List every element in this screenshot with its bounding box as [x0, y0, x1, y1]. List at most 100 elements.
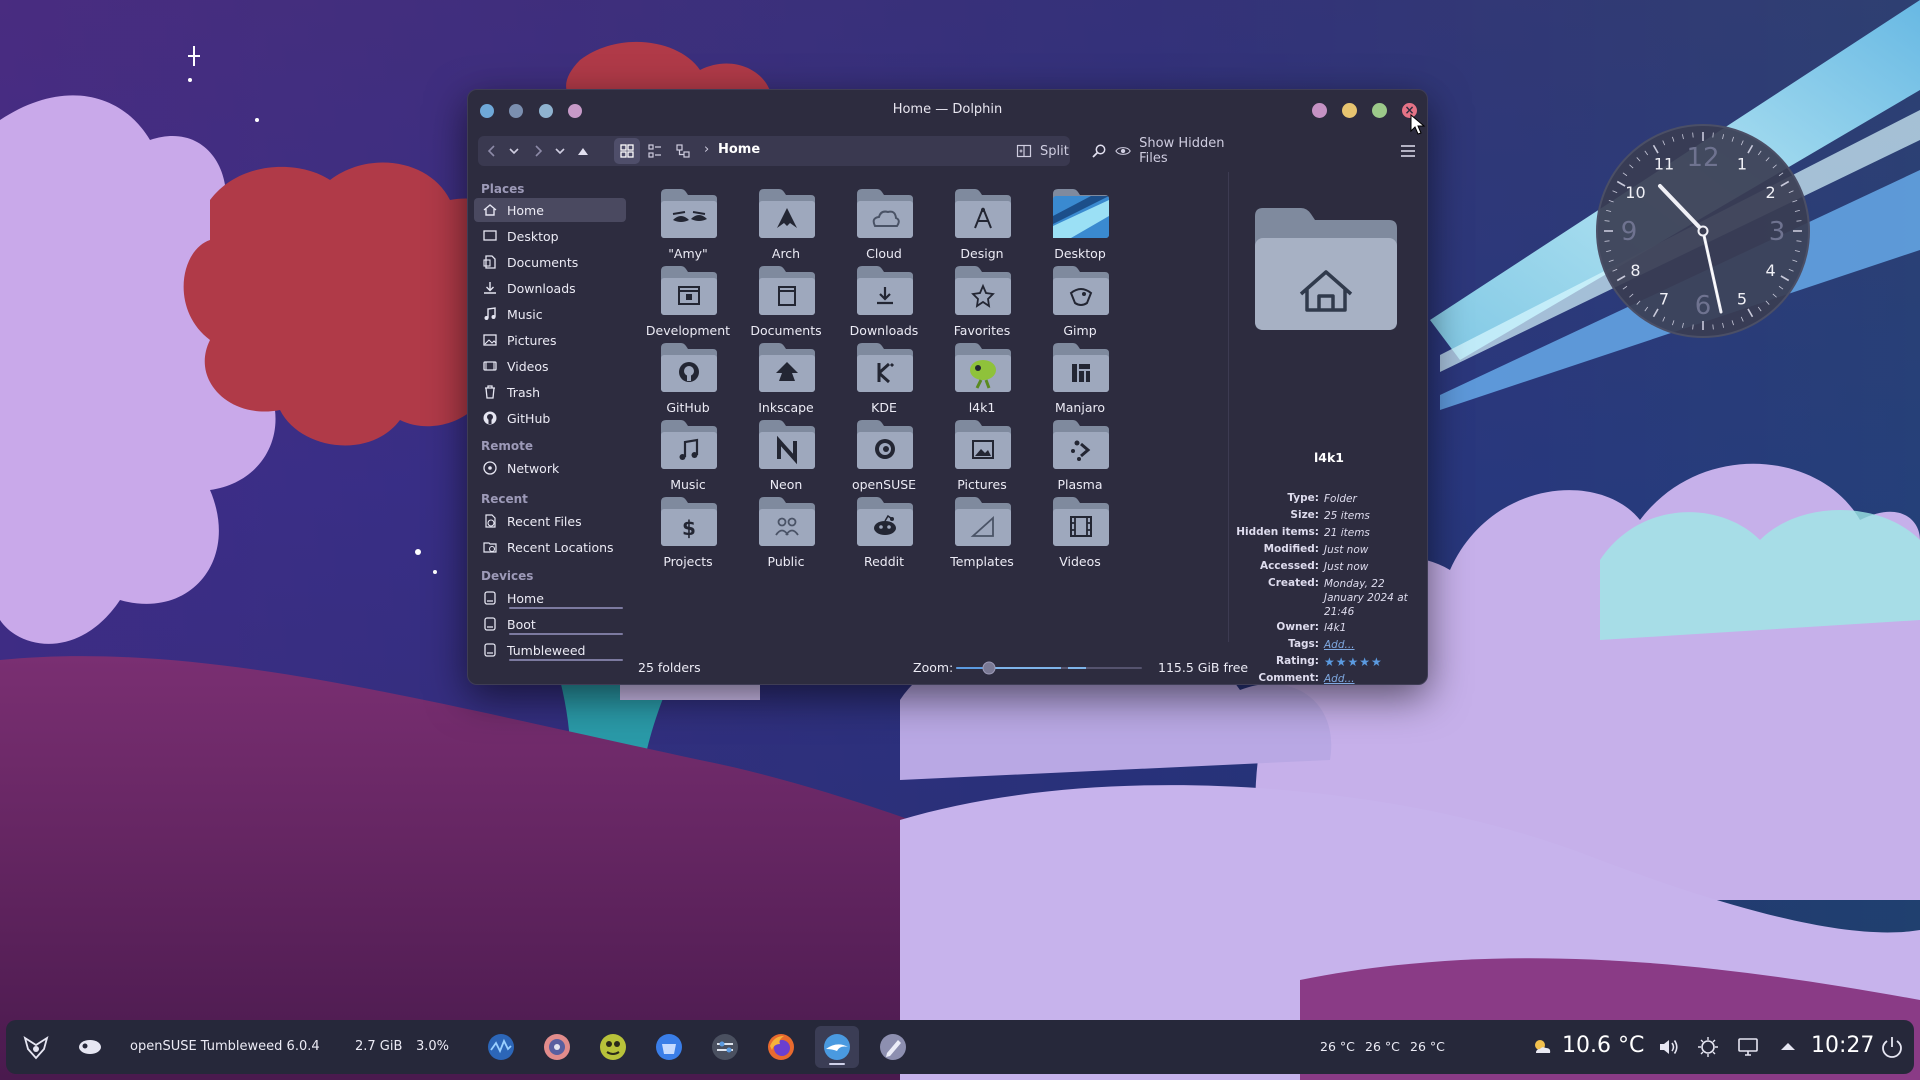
chevron-left-icon [487, 145, 495, 157]
taskbar-dolphin-app[interactable] [815, 1026, 859, 1068]
sidebar-item-documents[interactable]: Documents [474, 250, 626, 274]
minimize-button[interactable] [1312, 103, 1327, 118]
sidebar-item-github[interactable]: GitHub [474, 406, 626, 430]
folder-icon [661, 189, 717, 238]
clock-number: 3 [1769, 217, 1786, 247]
search-button[interactable] [1088, 138, 1110, 164]
analog-clock-widget[interactable]: 12 12 3 45 6 78 9 10 11 [1594, 122, 1812, 340]
sidebar-item-pictures[interactable]: Pictures [474, 328, 626, 352]
taskbar-shop-app[interactable] [647, 1026, 691, 1068]
info-name: l4k1 [1314, 450, 1344, 465]
fullscreen-button[interactable] [1372, 103, 1387, 118]
clock-tick [1712, 132, 1714, 138]
titlebar: Home — Dolphin × [468, 90, 1427, 130]
folder-icon [759, 189, 815, 238]
sidebar-item-home[interactable]: Home [474, 198, 626, 222]
sidebar-item-label: Trash [507, 384, 541, 400]
network-tray-icon[interactable] [1736, 1035, 1760, 1059]
folder-label: l4k1 [968, 400, 996, 415]
tree-view-icon [676, 144, 690, 158]
zoom-slider-handle[interactable] [982, 661, 996, 675]
dolphin-app-icon [824, 1034, 850, 1060]
folder-icon [857, 266, 913, 315]
recent-heading: Recent [481, 492, 528, 506]
taskbar-firefox-app[interactable] [759, 1026, 803, 1068]
sidebar-item-label: Downloads [507, 280, 576, 296]
sidebar-item-downloads[interactable]: Downloads [474, 276, 626, 300]
folder-public[interactable]: Public [731, 492, 841, 582]
folder-icon [661, 343, 717, 392]
sidebar-item-music[interactable]: Music [474, 302, 626, 326]
folder-icon [955, 343, 1011, 392]
taskbar-discover-app[interactable] [535, 1026, 579, 1068]
taskbar-monitor-app[interactable] [479, 1026, 523, 1068]
sidebar-item-label: Desktop [507, 228, 559, 244]
sidebar-item-trash[interactable]: Trash [474, 380, 626, 404]
folder-count: 25 folders [638, 660, 701, 675]
sidebar-item-label: Boot [507, 616, 536, 632]
show-hidden-files-button[interactable]: Show Hidden Files [1115, 136, 1245, 166]
sidebar-item-recent-files[interactable]: Recent Files [474, 509, 626, 533]
details-view-button[interactable] [642, 138, 668, 164]
taskbar-clock[interactable]: 10:27 [1811, 1033, 1874, 1058]
hamburger-menu-button[interactable] [1398, 138, 1418, 164]
opensuse-widget-button[interactable] [68, 1026, 112, 1068]
dolphin-window: Home — Dolphin × › Home Split Show Hidde… [467, 89, 1428, 685]
up-button[interactable] [573, 138, 593, 164]
sidebar-item-boot[interactable]: Boot [474, 612, 626, 636]
clock-tick [1692, 132, 1694, 138]
back-button[interactable] [482, 138, 502, 164]
folder-icon [661, 266, 717, 315]
sidebar-item-videos[interactable]: Videos [474, 354, 626, 378]
zoom-slider[interactable] [956, 660, 1142, 676]
folder-icon [1053, 420, 1109, 469]
folder-icon [857, 497, 913, 546]
tree-view-button[interactable] [670, 138, 696, 164]
folder-label: Favorites [953, 323, 1011, 338]
forward-history-button[interactable] [550, 138, 570, 164]
sidebar-item-recent-locations[interactable]: Recent Locations [474, 535, 626, 559]
tray-expand-icon[interactable] [1776, 1035, 1800, 1059]
documents-icon [483, 255, 496, 269]
taskbar-settings-app[interactable] [703, 1026, 747, 1068]
weather-icon[interactable] [1530, 1035, 1554, 1059]
taskbar-editor-app[interactable] [871, 1026, 915, 1068]
sidebar-item-home[interactable]: Home [474, 586, 626, 610]
application-launcher-button[interactable] [14, 1026, 58, 1068]
folder-reddit[interactable]: Reddit [829, 492, 939, 582]
weather-temperature[interactable]: 10.6 °C [1562, 1033, 1644, 1058]
sidebar-item-network[interactable]: Network [474, 456, 626, 480]
breadcrumb-home[interactable]: Home [718, 142, 760, 157]
forward-button[interactable] [528, 138, 548, 164]
folder-templates[interactable]: Templates [927, 492, 1037, 582]
icons-view-button[interactable] [614, 138, 640, 164]
power-icon[interactable] [1880, 1035, 1904, 1059]
folder-icon [661, 420, 717, 469]
clock-number: 2 [1765, 183, 1775, 202]
folder-icon [1053, 343, 1109, 392]
clock-number: 12 [1686, 143, 1719, 173]
sidebar-item-desktop[interactable]: Desktop [474, 224, 626, 248]
clock-tick [1796, 240, 1802, 242]
back-history-button[interactable] [504, 138, 524, 164]
folder-projects[interactable]: $ Projects [633, 492, 743, 582]
split-label: Split [1040, 143, 1069, 159]
folder-label: Cloud [866, 246, 902, 261]
clock-tick [1712, 324, 1714, 330]
clock-number: 11 [1654, 154, 1674, 173]
downloads-icon [484, 282, 496, 294]
folder-label: Desktop [1054, 246, 1106, 261]
maximize-button[interactable] [1342, 103, 1357, 118]
show-hidden-files-label: Show Hidden Files [1139, 136, 1225, 166]
remote-heading: Remote [481, 439, 534, 453]
eye-icon [1115, 147, 1131, 155]
night-color-icon[interactable] [1696, 1035, 1720, 1059]
os-version-label: openSUSE Tumbleweed 6.0.4 [130, 1039, 320, 1054]
taskbar-lizard-app[interactable] [591, 1026, 635, 1068]
folder-label: Templates [950, 554, 1014, 569]
folder-videos[interactable]: Videos [1025, 492, 1135, 582]
folder-label: Music [670, 477, 706, 492]
free-space: 115.5 GiB free [1158, 660, 1249, 675]
volume-icon[interactable] [1657, 1035, 1681, 1059]
split-button[interactable]: Split [1016, 138, 1086, 164]
